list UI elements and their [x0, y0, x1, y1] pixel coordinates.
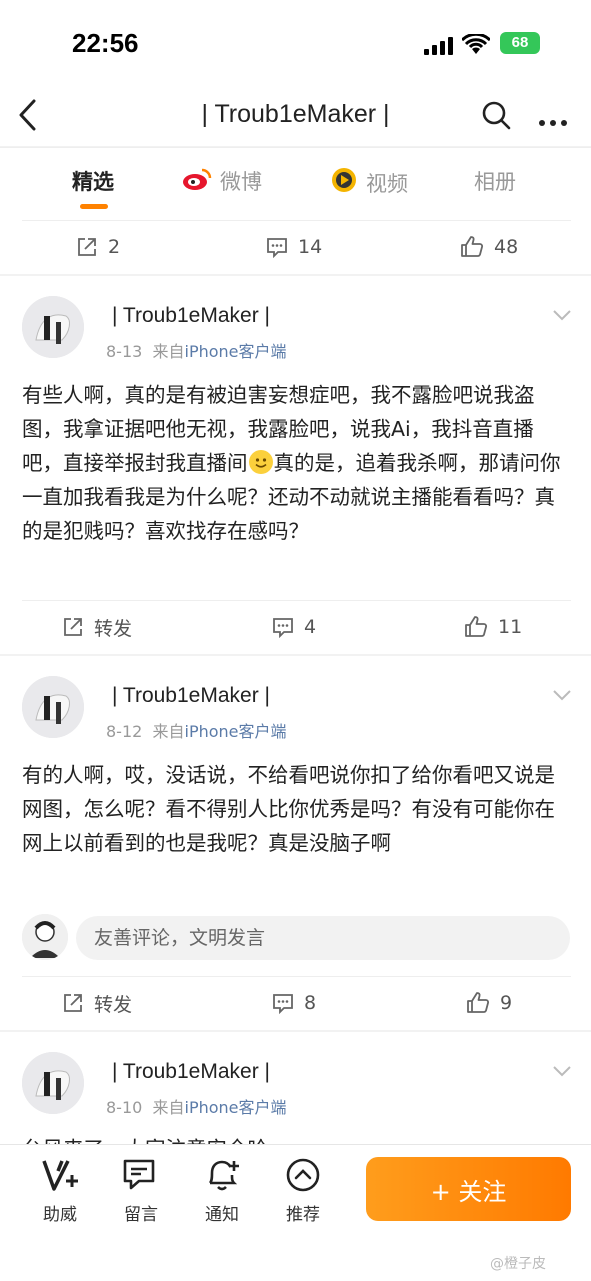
tab-featured[interactable]: 精选 — [72, 166, 114, 196]
repost-button[interactable]: 转发 — [62, 976, 132, 1030]
active-tab-indicator — [80, 204, 108, 209]
tab-album[interactable]: 相册 — [474, 166, 516, 196]
cheer-label: 助威 — [43, 1205, 77, 1225]
tab-label: 相册 — [474, 170, 516, 194]
wifi-icon — [460, 32, 492, 60]
post-card-partial: 2 14 48 — [0, 214, 591, 274]
share-icon — [64, 994, 82, 1012]
comment-icon — [273, 618, 293, 638]
thumbs-up-icon — [465, 616, 488, 637]
comment-count: 4 — [304, 616, 317, 638]
cheer-button[interactable]: 助威 — [25, 1157, 95, 1225]
like-button[interactable]: 11 — [464, 600, 522, 654]
notify-label: 通知 — [205, 1205, 239, 1225]
post-meta: 8-12 来自iPhone客户端 — [106, 718, 287, 742]
repost-label: 转发 — [94, 993, 133, 1016]
like-button[interactable]: 48 — [460, 220, 518, 274]
my-avatar — [22, 914, 68, 960]
chevron-up-circle-icon — [286, 1158, 320, 1192]
recommend-button[interactable]: 推荐 — [268, 1157, 338, 1225]
tab-label: 微博 — [220, 170, 262, 194]
follow-button[interactable]: + 关注 — [366, 1157, 571, 1221]
comment-count: 8 — [304, 992, 317, 1014]
bell-plus-icon — [208, 1160, 239, 1191]
like-count: 11 — [498, 616, 523, 638]
post-source[interactable]: iPhone客户端 — [185, 722, 287, 741]
post-meta: 8-10 来自iPhone客户端 — [106, 1094, 287, 1118]
comment-icon — [273, 994, 293, 1014]
post-card: | Troub1eMaker | 8-12 来自iPhone客户端 有的人啊，哎… — [0, 656, 591, 1030]
status-time: 22:56 — [72, 28, 139, 58]
thumbs-up-icon — [467, 992, 490, 1013]
tab-weibo[interactable]: 微博 — [182, 166, 262, 196]
author-name[interactable]: | Troub1eMaker | — [112, 304, 270, 328]
bottom-action-bar: 助威 留言 通知 推荐 + 关注 @橙子皮 — [0, 1144, 591, 1281]
status-bar: 22:56 68 — [0, 0, 591, 88]
chevron-down-icon[interactable] — [552, 306, 572, 325]
message-button[interactable]: 留言 — [106, 1157, 176, 1225]
share-icon — [64, 618, 82, 636]
weibo-logo-icon — [182, 167, 212, 196]
video-logo-icon — [330, 166, 358, 199]
comment-button[interactable]: 8 — [272, 976, 316, 1030]
like-button[interactable]: 9 — [466, 976, 512, 1030]
post-source[interactable]: iPhone客户端 — [185, 342, 287, 361]
tab-video[interactable]: 视频 — [330, 166, 408, 199]
source-prefix: 来自 — [152, 342, 185, 361]
post-date: 8-13 — [106, 342, 143, 361]
repost-count: 2 — [108, 236, 121, 258]
share-icon — [78, 238, 96, 256]
comment-input[interactable]: 友善评论，文明发言 — [76, 916, 570, 960]
profile-tabs: 精选 微博 视频 相册 — [0, 147, 591, 214]
like-count: 9 — [500, 992, 513, 1014]
battery-indicator: 68 — [500, 32, 540, 54]
comment-count: 14 — [298, 236, 323, 258]
nav-bar: | Troub1eMaker | — [0, 88, 591, 146]
post-card: | Troub1eMaker | 8-13 来自iPhone客户端 有些人啊，真… — [0, 276, 591, 654]
repost-button[interactable]: 2 — [76, 220, 120, 274]
search-icon[interactable] — [482, 101, 512, 135]
signal-icon — [424, 37, 454, 59]
notify-button[interactable]: 通知 — [187, 1157, 257, 1225]
chevron-down-icon[interactable] — [552, 686, 572, 705]
avatar[interactable] — [22, 676, 84, 738]
post-text: 有些人啊，真的是有被迫害妄想症吧，我不露脸吧说我盗图，我拿证据吧他无视，我露脸吧… — [22, 378, 572, 548]
author-name[interactable]: | Troub1eMaker | — [112, 1060, 270, 1084]
more-icon[interactable] — [538, 112, 568, 131]
comment-icon — [267, 238, 287, 258]
avatar[interactable] — [22, 1052, 84, 1114]
smile-emoji-icon — [248, 450, 273, 474]
thumbs-up-icon — [461, 236, 484, 257]
source-prefix: 来自 — [152, 1098, 185, 1117]
post-text: 台风来了，大家注意安全哈 — [22, 1132, 572, 1144]
watermark: @橙子皮 — [490, 1256, 546, 1272]
post-card: | Troub1eMaker | 8-10 来自iPhone客户端 台风来了，大… — [0, 1032, 591, 1144]
post-text: 有的人啊，哎，没话说，不给看吧说你扣了给你看吧又说是网图，怎么呢？看不得别人比你… — [22, 763, 555, 855]
avatar[interactable] — [22, 296, 84, 358]
recommend-label: 推荐 — [286, 1205, 320, 1225]
message-icon — [123, 1159, 155, 1190]
post-meta: 8-13 来自iPhone客户端 — [106, 338, 287, 362]
comment-button[interactable]: 4 — [272, 600, 316, 654]
cheer-v-icon — [42, 1160, 78, 1191]
post-date: 8-12 — [106, 722, 143, 741]
like-count: 48 — [494, 236, 519, 258]
source-prefix: 来自 — [152, 722, 185, 741]
post-date: 8-10 — [106, 1098, 143, 1117]
tab-label: 精选 — [72, 170, 114, 194]
post-source[interactable]: iPhone客户端 — [185, 1098, 287, 1117]
author-name[interactable]: | Troub1eMaker | — [112, 684, 270, 708]
message-label: 留言 — [124, 1205, 158, 1225]
repost-button[interactable]: 转发 — [62, 600, 132, 654]
chevron-down-icon[interactable] — [552, 1062, 572, 1081]
comment-button[interactable]: 14 — [266, 220, 322, 274]
tab-label: 视频 — [366, 171, 408, 196]
repost-label: 转发 — [94, 617, 133, 640]
